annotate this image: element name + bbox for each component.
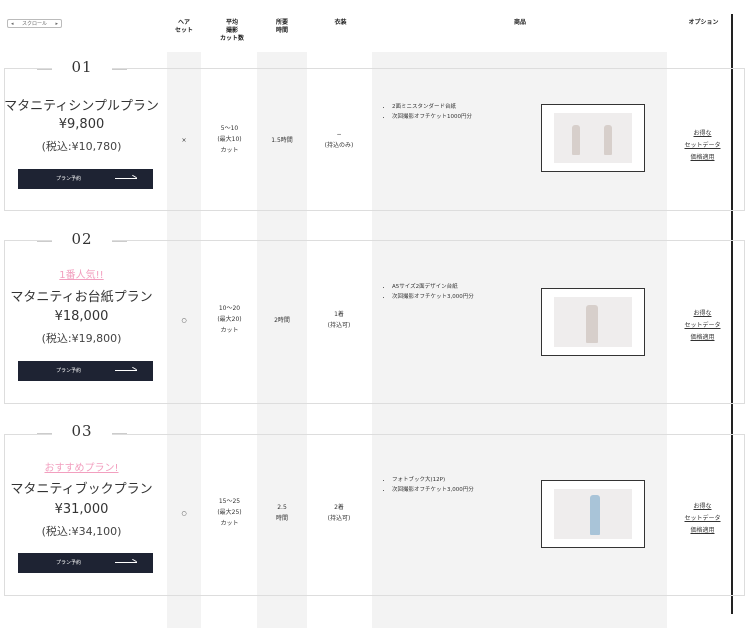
plan-price: ¥9,800 <box>58 117 105 132</box>
product-list: A5サイズ2面デザイン台紙次回撮影オフチケット3,000円分 <box>382 282 474 302</box>
header-options: オプション <box>688 19 719 26</box>
product-list: フォトブック大(12P)次回撮影オフチケット3,000円分 <box>382 475 474 495</box>
option-link[interactable]: お得な <box>670 308 735 320</box>
hair-set-value: ○ <box>181 510 187 517</box>
option-links: お得な セットデータ 価格適用 <box>670 128 735 164</box>
product-item: 2面ミニスタンダード台紙 <box>392 102 472 112</box>
hair-set-value: ○ <box>181 317 187 324</box>
scroll-right-icon: ▸ <box>55 21 58 27</box>
plan-name: マタニティお台紙プラン <box>10 290 153 305</box>
plan-number: 02 <box>52 230 112 248</box>
plan-name: マタニティブックプラン <box>10 482 153 497</box>
product-photo <box>541 104 645 172</box>
cuts-value: 10〜20 (最大20) カット <box>217 305 242 334</box>
plan-price: ¥18,000 <box>54 309 109 324</box>
scroll-left-icon: ◂ <box>11 21 14 27</box>
header-duration: 所要 時間 <box>275 19 288 34</box>
header-products: 商品 <box>513 19 526 26</box>
reserve-button[interactable]: プラン予約 <box>18 553 153 573</box>
plan-number: 01 <box>52 58 112 76</box>
option-links: お得な セットデータ 価格適用 <box>670 308 735 344</box>
reserve-button-label: プラン予約 <box>56 176 82 182</box>
reserve-button[interactable]: プラン予約 <box>18 361 153 381</box>
option-link[interactable]: セットデータ <box>670 140 735 152</box>
photo-image <box>554 297 632 347</box>
arrow-right-icon <box>115 370 137 371</box>
plan-tag: 1番人気!! <box>59 270 104 281</box>
duration-value: 2時間 <box>274 317 290 324</box>
reserve-button-label: プラン予約 <box>56 368 82 374</box>
costume-value: 1着 (持込可) <box>327 311 351 329</box>
scroll-label: スクロール <box>21 21 47 27</box>
product-item: A5サイズ2面デザイン台紙 <box>392 282 474 292</box>
product-list: 2面ミニスタンダード台紙次回撮影オフチケット1000円分 <box>382 102 472 122</box>
scroll-indicator[interactable]: ◂ スクロール ▸ <box>7 19 62 28</box>
product-item: 次回撮影オフチケット1000円分 <box>392 112 472 122</box>
option-link[interactable]: 価格適用 <box>670 332 735 344</box>
product-photo <box>541 480 645 548</box>
option-links: お得な セットデータ 価格適用 <box>670 501 735 537</box>
option-link[interactable]: セットデータ <box>670 513 735 525</box>
product-item: 次回撮影オフチケット3,000円分 <box>392 292 474 302</box>
option-link[interactable]: 価格適用 <box>670 525 735 537</box>
option-link[interactable]: お得な <box>670 501 735 513</box>
option-link[interactable]: お得な <box>670 128 735 140</box>
plan-tax-price: (税込:¥10,780) <box>41 140 122 153</box>
costume-value: 2着 (持込可) <box>327 504 351 522</box>
duration-value: 2.5 時間 <box>275 504 288 522</box>
photo-image <box>554 113 632 163</box>
product-item: 次回撮影オフチケット3,000円分 <box>392 485 474 495</box>
header-costume: 衣装 <box>334 19 347 26</box>
cuts-value: 15〜25 (最大25) カット <box>217 498 242 527</box>
photo-image <box>554 489 632 539</box>
costume-value: − (持込のみ) <box>324 131 354 149</box>
arrow-right-icon <box>115 562 137 563</box>
reserve-button-label: プラン予約 <box>56 560 82 566</box>
duration-value: 1.5時間 <box>271 137 293 144</box>
product-item: フォトブック大(12P) <box>392 475 474 485</box>
option-link[interactable]: 価格適用 <box>670 152 735 164</box>
plan-tax-price: (税込:¥34,100) <box>41 525 122 538</box>
plan-name: マタニティシンプルプラン <box>4 99 159 114</box>
header-hair-set: ヘア セット <box>174 19 193 34</box>
hair-set-value: × <box>181 137 187 144</box>
plan-number: 03 <box>52 422 112 440</box>
product-photo <box>541 288 645 356</box>
plan-tag: おすすめプラン! <box>44 463 119 474</box>
plan-price: ¥31,000 <box>54 502 109 517</box>
cuts-value: 5〜10 (最大10) カット <box>217 125 242 154</box>
plan-tax-price: (税込:¥19,800) <box>41 332 122 345</box>
arrow-right-icon <box>115 178 137 179</box>
header-avg-cuts: 平均 撮影 カット数 <box>219 19 244 42</box>
reserve-button[interactable]: プラン予約 <box>18 169 153 189</box>
option-link[interactable]: セットデータ <box>670 320 735 332</box>
